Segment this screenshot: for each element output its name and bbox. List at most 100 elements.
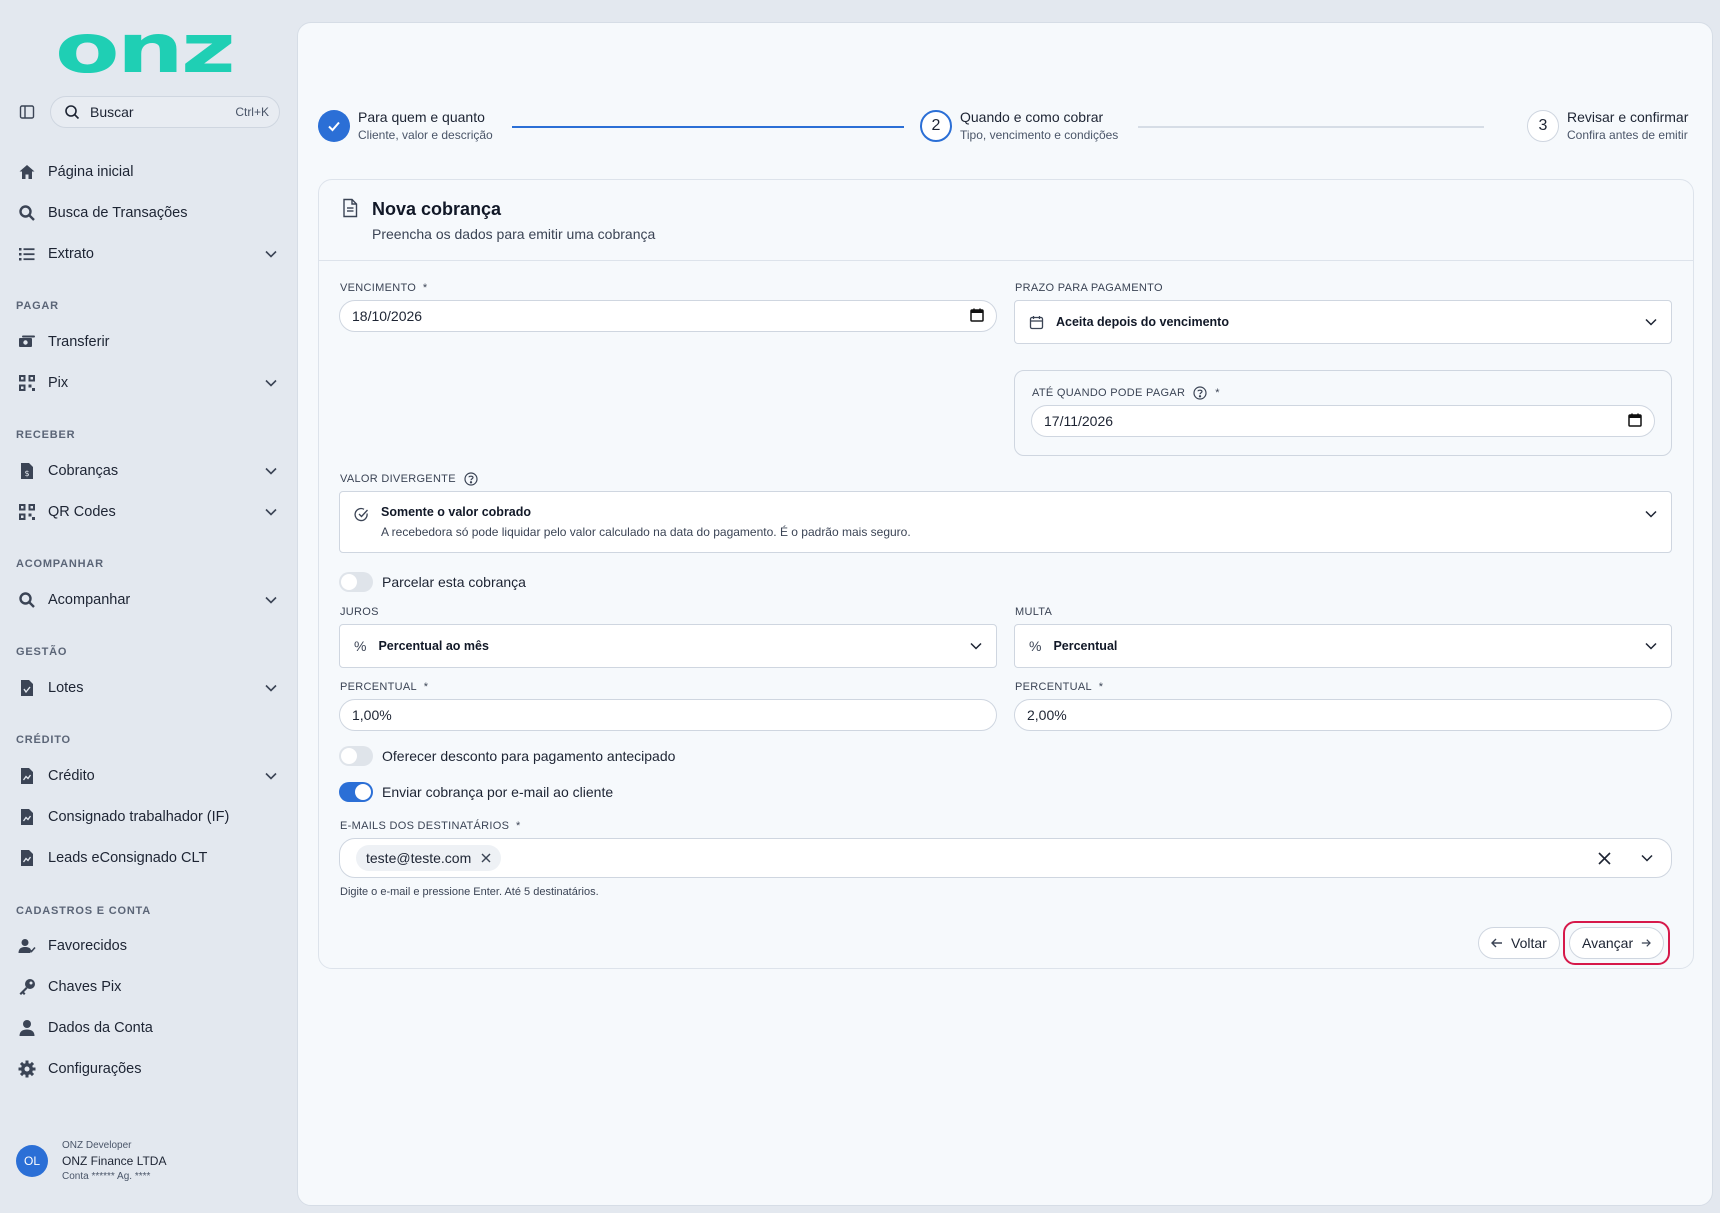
help-icon[interactable] — [464, 472, 478, 486]
chevron-down-icon — [1645, 315, 1657, 329]
desconto-toggle[interactable] — [339, 746, 373, 766]
file-icon — [16, 806, 38, 828]
next-button[interactable]: Avançar — [1569, 927, 1664, 959]
sidebar-item-dados-conta[interactable]: Dados da Conta — [16, 1011, 280, 1045]
desconto-label: Oferecer desconto para pagamento antecip… — [382, 748, 676, 764]
step-subtitle: Cliente, valor e descrição — [358, 128, 493, 142]
ate-quando-value: 17/11/2026 — [1044, 413, 1114, 429]
section-label-acompanhar: ACOMPANHAR — [16, 558, 104, 570]
multa-select[interactable]: % Percentual — [1014, 624, 1672, 668]
emails-hint: Digite o e-mail e pressione Enter. Até 5… — [340, 886, 599, 898]
sidebar-item-label: Extrato — [48, 246, 94, 262]
sidebar-item-label: Configurações — [48, 1061, 142, 1077]
sidebar-item-extrato[interactable]: Extrato — [16, 237, 280, 271]
search-input[interactable]: Buscar Ctrl+K — [50, 96, 280, 128]
search-icon — [16, 202, 38, 224]
sidebar-item-favorecidos[interactable]: Favorecidos — [16, 929, 280, 963]
back-button[interactable]: Voltar — [1478, 927, 1560, 959]
step-subtitle: Confira antes de emitir — [1567, 128, 1688, 142]
chevron-down-icon — [1645, 639, 1657, 653]
sidebar-item-label: Consignado trabalhador (IF) — [48, 809, 230, 825]
percent-icon: % — [354, 638, 367, 654]
sidebar-item-chaves-pix[interactable]: Chaves Pix — [16, 970, 280, 1004]
sidebar-item-pix[interactable]: Pix — [16, 366, 280, 400]
svg-text:onz: onz — [55, 22, 233, 78]
chevron-down-icon — [1645, 507, 1657, 521]
avatar: OL — [16, 1145, 48, 1177]
sidebar-item-leads-econsignado[interactable]: Leads eConsignado CLT — [16, 841, 280, 875]
prazo-select[interactable]: Aceita depois do vencimento — [1014, 300, 1672, 344]
document-icon — [343, 198, 358, 218]
ate-quando-date-input[interactable]: 17/11/2026 — [1031, 405, 1655, 437]
chevron-down-icon — [262, 767, 280, 785]
juros-select[interactable]: % Percentual ao mês — [339, 624, 997, 668]
sidebar-item-configuracoes[interactable]: Configurações — [16, 1052, 280, 1086]
sidebar-item-pagina-inicial[interactable]: Página inicial — [16, 155, 280, 189]
juros-value: Percentual ao mês — [378, 639, 489, 653]
step-number: 2 — [920, 109, 952, 142]
multa-percentual-label: PERCENTUAL * — [1015, 681, 1104, 693]
file-icon — [16, 847, 38, 869]
qr-icon — [16, 372, 38, 394]
multa-percentual-input[interactable]: 2,00% — [1014, 699, 1672, 731]
help-icon[interactable] — [1193, 386, 1207, 400]
valor-divergente-value: Somente o valor cobrado — [381, 505, 532, 519]
key-icon — [16, 976, 38, 998]
sidebar-toggle-icon[interactable] — [16, 101, 38, 123]
page-subtitle: Preencha os dados para emitir uma cobran… — [372, 226, 656, 242]
calendar-icon[interactable] — [1628, 413, 1642, 430]
section-label-pagar: PAGAR — [16, 300, 59, 312]
sidebar-item-label: Crédito — [48, 768, 95, 784]
sidebar: onz Buscar Ctrl+K Página inicial Busca d… — [0, 0, 297, 1213]
enviar-email-toggle[interactable] — [339, 782, 373, 802]
transfer-icon — [16, 331, 38, 353]
sidebar-item-acompanhar[interactable]: Acompanhar — [16, 583, 280, 617]
emails-label: E-MAILS DOS DESTINATÁRIOS * — [340, 820, 521, 832]
calendar-icon — [1029, 315, 1044, 329]
clear-icon[interactable] — [1598, 851, 1611, 865]
onz-logo: onz — [55, 22, 235, 78]
chevron-down-icon — [262, 462, 280, 480]
sidebar-item-busca-transacoes[interactable]: Busca de Transações — [16, 196, 280, 230]
sidebar-item-lotes[interactable]: Lotes — [16, 671, 280, 705]
check-circle-icon — [354, 507, 368, 522]
step-2[interactable]: 2 Quando e como cobrar Tipo, vencimento … — [920, 109, 1118, 142]
user-profile[interactable]: OL ONZ Developer ONZ Finance LTDA Conta … — [16, 1140, 166, 1182]
juros-percentual-input[interactable]: 1,00% — [339, 699, 997, 731]
sidebar-item-label: Cobranças — [48, 463, 119, 479]
sidebar-item-transferir[interactable]: Transferir — [16, 325, 280, 359]
parcelar-toggle[interactable] — [339, 572, 373, 592]
back-button-label: Voltar — [1511, 935, 1547, 951]
sidebar-item-label: Busca de Transações — [48, 205, 188, 221]
sidebar-item-label: Acompanhar — [48, 592, 131, 608]
qr-icon — [16, 501, 38, 523]
home-icon — [16, 161, 38, 183]
chevron-down-icon — [262, 591, 280, 609]
ate-quando-label: ATÉ QUANDO PODE PAGAR * — [1032, 386, 1220, 400]
step-3[interactable]: 3 Revisar e confirmar Confira antes de e… — [1527, 109, 1688, 142]
chevron-down-icon — [262, 679, 280, 697]
close-icon[interactable] — [481, 853, 491, 863]
step-1[interactable]: Para quem e quanto Cliente, valor e desc… — [318, 109, 493, 142]
calendar-icon[interactable] — [970, 308, 984, 325]
sidebar-item-label: Página inicial — [48, 164, 134, 180]
sidebar-item-qr-codes[interactable]: QR Codes — [16, 495, 280, 529]
chevron-down-icon — [262, 503, 280, 521]
user-company: ONZ Finance LTDA — [62, 1154, 167, 1168]
valor-divergente-select[interactable]: Somente o valor cobrado A recebedora só … — [339, 491, 1672, 553]
sidebar-item-cobrancas[interactable]: $ Cobranças — [16, 454, 280, 488]
sidebar-item-label: Transferir — [48, 334, 110, 350]
prazo-value: Aceita depois do vencimento — [1056, 315, 1229, 329]
chevron-down-icon[interactable] — [1641, 854, 1653, 862]
sidebar-item-consignado-trabalhador[interactable]: Consignado trabalhador (IF) — [16, 800, 280, 834]
sidebar-item-credito[interactable]: Crédito — [16, 759, 280, 793]
section-label-cadastros: CADASTROS E CONTA — [16, 905, 152, 917]
emails-input[interactable]: teste@teste.com — [339, 838, 1672, 878]
invoice-icon: $ — [16, 460, 38, 482]
arrow-right-icon — [1641, 939, 1651, 947]
form-card: Nova cobrança Preencha os dados para emi… — [318, 179, 1694, 969]
stepper: Para quem e quanto Cliente, valor e desc… — [318, 109, 1693, 149]
search-shortcut: Ctrl+K — [235, 105, 269, 119]
valor-divergente-label: VALOR DIVERGENTE — [340, 472, 478, 486]
vencimento-date-input[interactable]: 18/10/2026 — [339, 300, 997, 332]
